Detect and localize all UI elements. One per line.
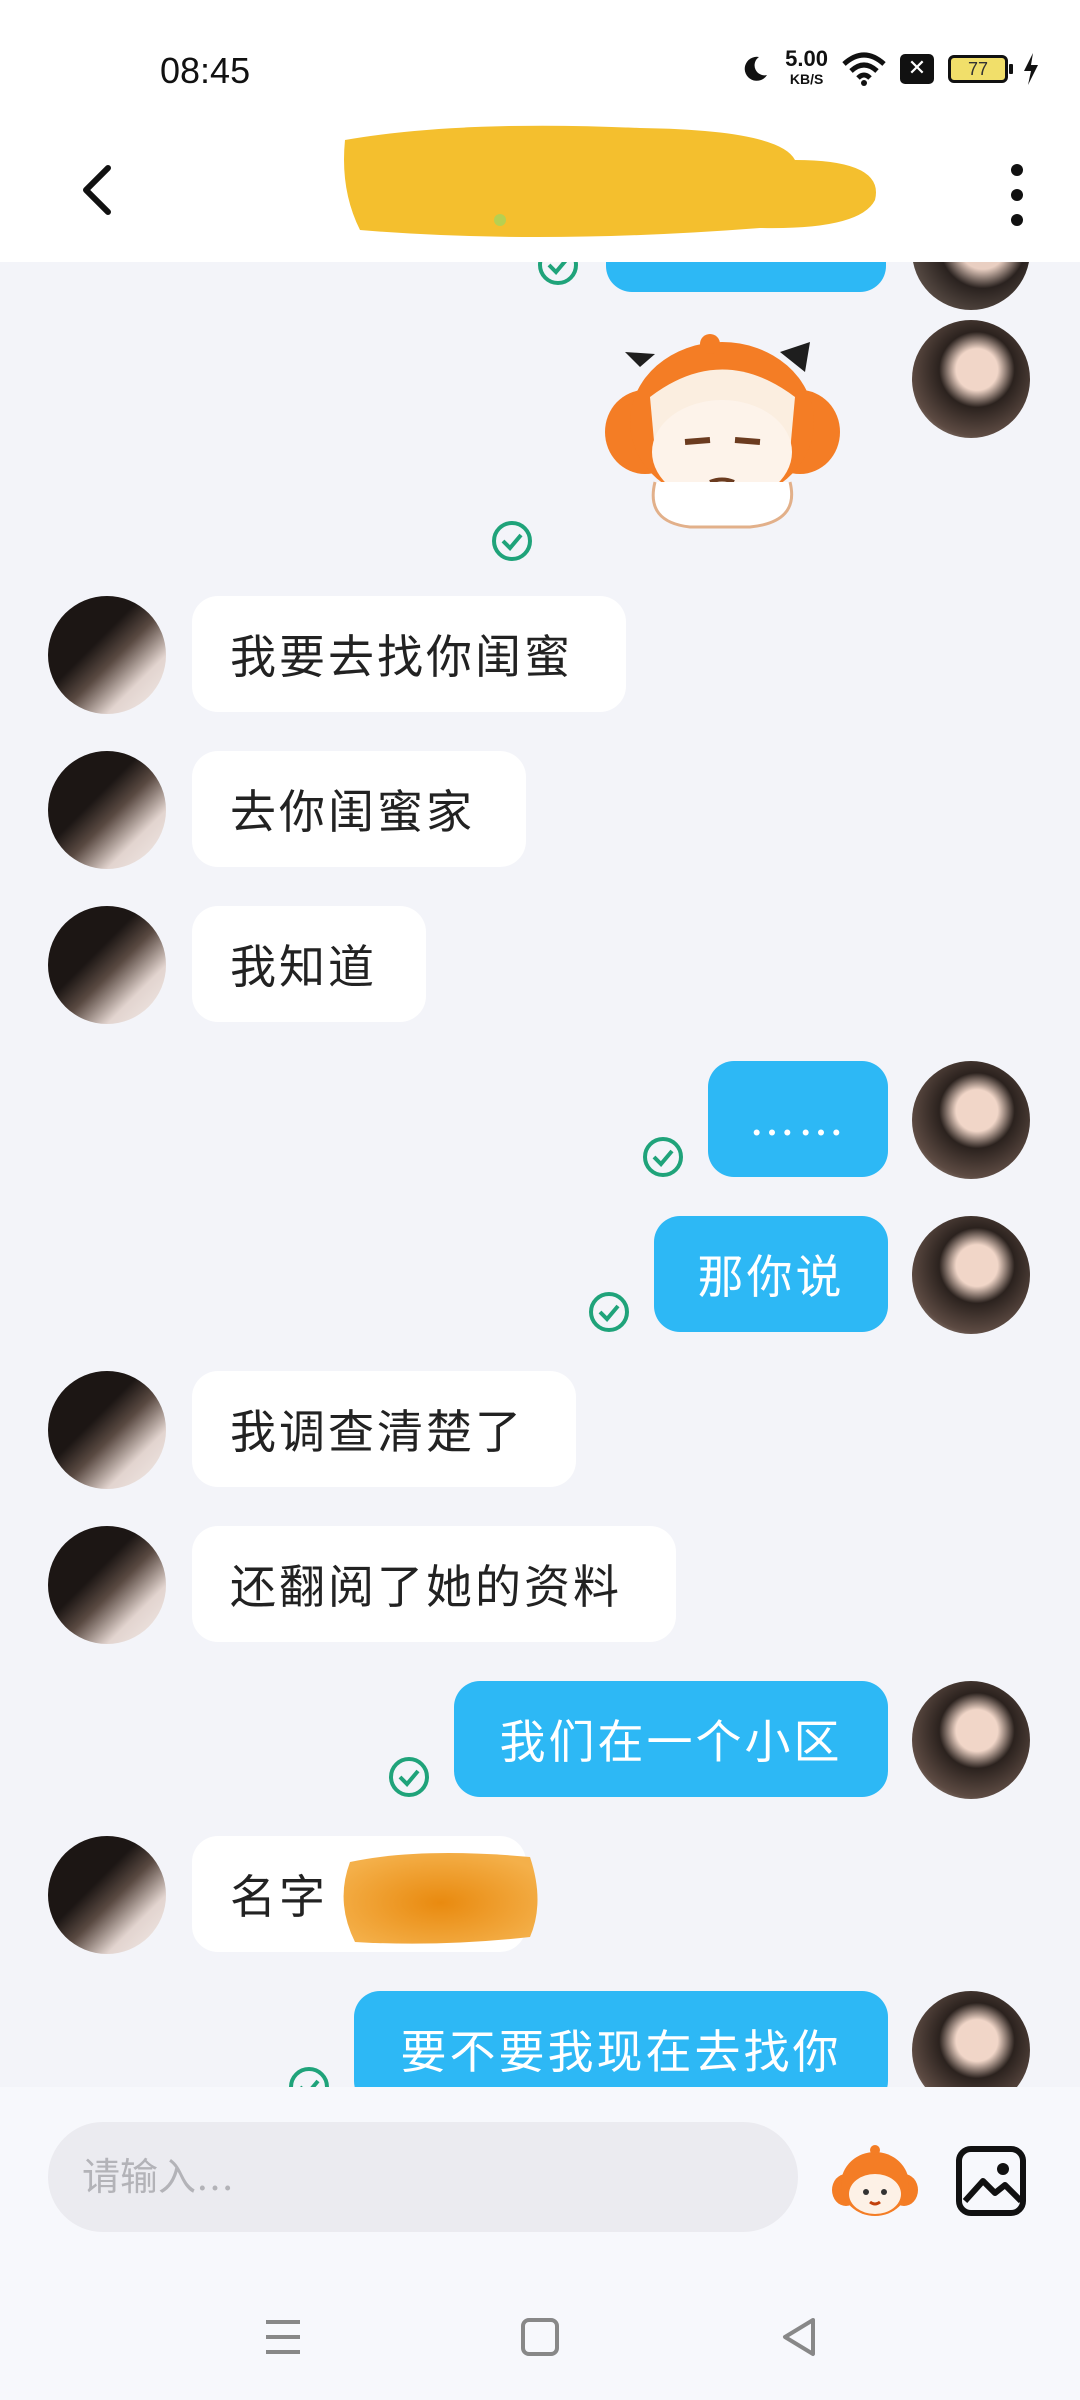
message-bubble[interactable]: 我知道 [192, 906, 426, 1022]
contact-avatar[interactable] [48, 906, 166, 1024]
moon-icon [744, 56, 768, 81]
contact-avatar[interactable] [48, 596, 166, 714]
system-nav-bar [0, 2257, 1080, 2400]
home-square-icon[interactable] [515, 2312, 565, 2362]
my-avatar[interactable] [912, 320, 1030, 438]
contact-avatar[interactable] [48, 1371, 166, 1489]
message-list[interactable]: 我要去找你闺蜜 去你闺蜜家 我知道 …… 那你说 我调查清楚了 还翻阅了她的资料… [0, 262, 1080, 2087]
message-bubble[interactable]: 去你闺蜜家 [192, 751, 526, 867]
status-icons: 5.00 KB/S ✕ 77 [739, 44, 1040, 94]
redaction-blob [344, 125, 876, 238]
status-bar: 08:45 5.00 KB/S ✕ 77 [0, 0, 1080, 120]
status-time: 08:45 [160, 50, 251, 91]
battery-icon: 77 [948, 55, 1013, 83]
message-bubble[interactable]: 我调查清楚了 [192, 1371, 576, 1487]
my-avatar[interactable] [912, 262, 1030, 310]
menu-icon[interactable] [258, 2312, 308, 2362]
read-check-icon [389, 1757, 429, 1797]
message-text: 名字 [230, 1870, 328, 1924]
input-bar [0, 2087, 1080, 2257]
message-bubble[interactable]: 我们在一个小区 [454, 1681, 888, 1797]
cartoon-emoji-icon[interactable] [830, 2142, 920, 2222]
contact-avatar[interactable] [48, 1526, 166, 1644]
charging-icon [1024, 53, 1038, 85]
my-avatar[interactable] [912, 1681, 1030, 1799]
read-check-icon [589, 1292, 629, 1332]
sticker-cartoon-girl[interactable] [600, 332, 845, 532]
more-vertical-icon[interactable] [1002, 160, 1032, 230]
redaction-blob [343, 1853, 538, 1944]
sim-off-icon: ✕ [900, 54, 934, 84]
read-check-icon [643, 1137, 683, 1177]
contact-avatar[interactable] [48, 1836, 166, 1954]
image-icon[interactable] [955, 2145, 1027, 2217]
contact-name-redacted[interactable] [340, 120, 880, 245]
net-speed: 5.00 KB/S [785, 46, 828, 88]
my-avatar[interactable] [912, 1991, 1030, 2087]
read-check-icon [538, 262, 578, 285]
message-bubble[interactable]: 我要去找你闺蜜 [192, 596, 626, 712]
my-avatar[interactable] [912, 1216, 1030, 1334]
message-bubble[interactable]: 要不要我现在去找你 [354, 1991, 888, 2087]
message-bubble[interactable]: …… [708, 1061, 888, 1177]
read-check-icon [492, 521, 532, 561]
contact-avatar[interactable] [48, 751, 166, 869]
message-bubble[interactable]: 那你说 [654, 1216, 888, 1332]
wifi-icon [842, 52, 886, 86]
read-check-icon [289, 2067, 329, 2087]
message-bubble[interactable]: 还翻阅了她的资料 [192, 1526, 676, 1642]
my-avatar[interactable] [912, 1061, 1030, 1179]
chevron-left-icon[interactable] [70, 160, 130, 220]
chat-header [0, 120, 1080, 262]
back-triangle-icon[interactable] [775, 2312, 825, 2362]
message-bubble-partial[interactable] [606, 262, 886, 292]
message-input[interactable] [48, 2122, 798, 2232]
